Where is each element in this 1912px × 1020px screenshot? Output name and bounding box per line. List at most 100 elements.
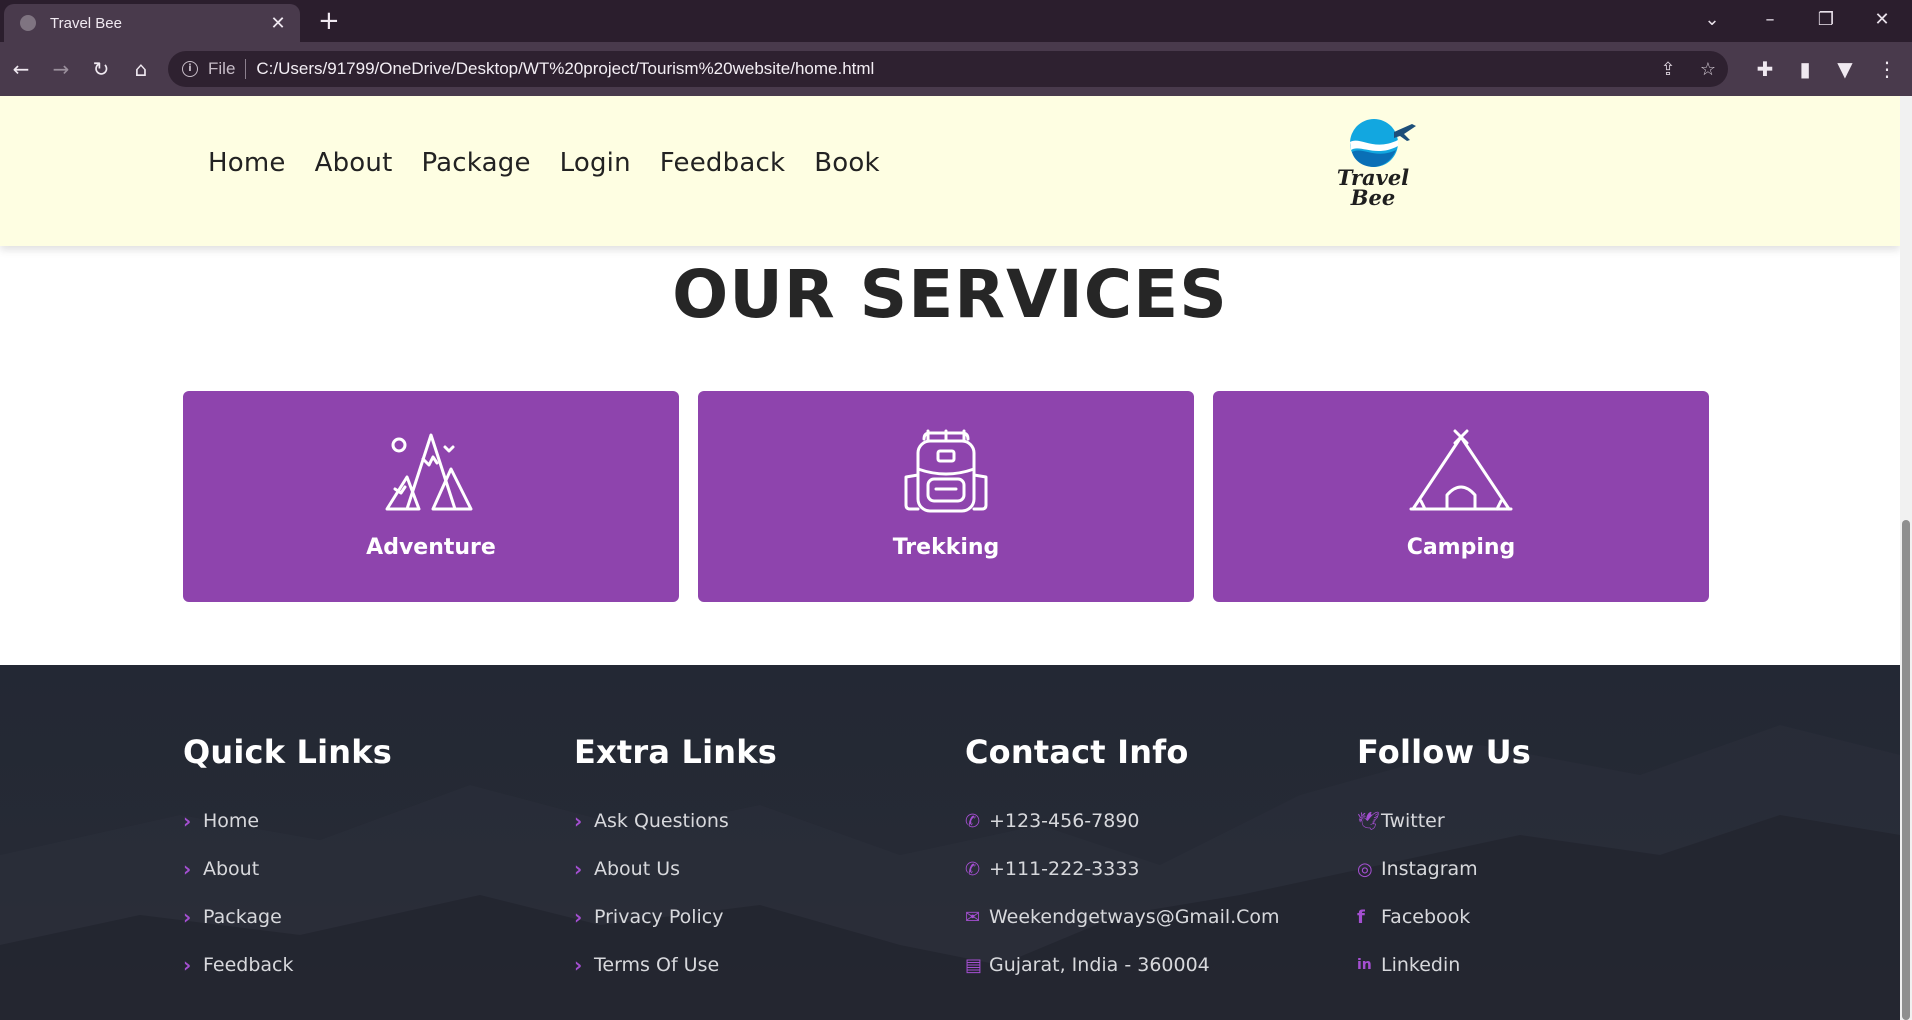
service-label: Adventure xyxy=(366,535,496,560)
chevron-right-icon: › xyxy=(574,905,583,929)
chevron-right-icon: › xyxy=(574,809,583,833)
nav-feedback[interactable]: Feedback xyxy=(660,148,785,178)
quick-links-column: Quick Links › Home › About › Package › Feedb… xyxy=(183,733,392,989)
contact-phone-1[interactable]: ✆ +123-456-7890 xyxy=(965,797,1280,845)
contact-text: Gujarat, India - 360004 xyxy=(989,954,1210,976)
reload-icon[interactable]: ↻ xyxy=(86,54,116,84)
browser-tab[interactable]: Travel Bee ✕ xyxy=(4,4,300,42)
contact-phone-2[interactable]: ✆ +111-222-3333 xyxy=(965,845,1280,893)
chevron-right-icon: › xyxy=(183,953,192,977)
follow-us-heading: Follow Us xyxy=(1357,733,1532,771)
follow-us-column: Follow Us 🕊 Twitter ◎ Instagram f Facebook … xyxy=(1357,733,1531,989)
contact-email[interactable]: ✉ Weekendgetways@Gmail.Com xyxy=(965,893,1280,941)
minimize-icon[interactable]: – xyxy=(1750,6,1790,34)
browser-tabbar: Travel Bee ✕ + ⌄ – ❐ ✕ xyxy=(0,0,1912,42)
social-label: Facebook xyxy=(1381,906,1471,928)
address-bar[interactable]: i File C:/Users/91799/OneDrive/Desktop/W… xyxy=(168,51,1728,87)
footer-link-home[interactable]: › Home xyxy=(183,797,392,845)
nav-login[interactable]: Login xyxy=(560,148,631,178)
close-tab-icon[interactable]: ✕ xyxy=(268,13,288,34)
footer-link-label: About Us xyxy=(594,858,681,880)
page-viewport: Home About Package Login Feedback Book T… xyxy=(0,96,1900,1020)
phone-icon: ✆ xyxy=(965,858,981,880)
tab-search-icon[interactable]: ⌄ xyxy=(1692,6,1732,34)
footer-link-label: Feedback xyxy=(203,954,294,976)
chevron-right-icon: › xyxy=(183,809,192,833)
nav-package[interactable]: Package xyxy=(421,148,530,178)
globe-plane-logo-icon xyxy=(1350,119,1416,167)
service-card-trekking[interactable]: Trekking xyxy=(698,391,1194,602)
contact-text: +123-456-7890 xyxy=(989,810,1140,832)
services-title: OUR SERVICES xyxy=(672,256,1228,333)
envelope-icon: ✉ xyxy=(965,906,981,928)
url-text[interactable]: C:/Users/91799/OneDrive/Desktop/WT%20pro… xyxy=(256,59,1648,79)
contact-info-heading: Contact Info xyxy=(965,733,1189,771)
footer-link-feedback[interactable]: › Feedback xyxy=(183,941,392,989)
page-scrollbar[interactable] xyxy=(1900,96,1912,1020)
social-label: Twitter xyxy=(1381,810,1445,832)
social-label: Instagram xyxy=(1381,858,1478,880)
extensions-icon[interactable]: ✚ xyxy=(1750,54,1780,84)
footer-link-package[interactable]: › Package xyxy=(183,893,392,941)
scrollbar-thumb[interactable] xyxy=(1902,520,1910,1020)
footer-link-ask-questions[interactable]: › Ask Questions xyxy=(574,797,777,845)
main-nav: Home About Package Login Feedback Book xyxy=(208,148,880,178)
chevron-right-icon: › xyxy=(574,953,583,977)
nav-about[interactable]: About xyxy=(315,148,393,178)
backpack-icon xyxy=(904,429,988,513)
contact-info-column: Contact Info ✆ +123-456-7890 ✆ +111-222-33… xyxy=(965,733,1280,989)
map-icon: ▤ xyxy=(965,954,983,976)
footer-link-label: About xyxy=(203,858,260,880)
footer-link-label: Ask Questions xyxy=(594,810,729,832)
contact-text: +111-222-3333 xyxy=(989,858,1140,880)
chevron-right-icon: › xyxy=(574,857,583,881)
restore-icon[interactable]: ❐ xyxy=(1806,6,1846,34)
social-instagram[interactable]: ◎ Instagram xyxy=(1357,845,1531,893)
service-card-adventure[interactable]: Adventure xyxy=(183,391,679,602)
footer-link-about[interactable]: › About xyxy=(183,845,392,893)
travel-bee-logo[interactable]: Travel Bee xyxy=(1330,116,1426,216)
url-divider xyxy=(245,59,247,79)
side-panel-icon[interactable]: ▮ xyxy=(1790,54,1820,84)
nav-home[interactable]: Home xyxy=(208,148,286,178)
services-cards: Adventure Trekking Camping xyxy=(183,391,1709,602)
profile-extension-icon[interactable]: ▼ xyxy=(1830,54,1860,84)
quick-links-heading: Quick Links xyxy=(183,733,393,771)
nav-book[interactable]: Book xyxy=(814,148,880,178)
social-facebook[interactable]: f Facebook xyxy=(1357,893,1531,941)
site-header: Home About Package Login Feedback Book T… xyxy=(0,96,1900,246)
globe-icon xyxy=(20,15,36,31)
mountains-icon xyxy=(385,433,473,511)
contact-address: ▤ Gujarat, India - 360004 xyxy=(965,941,1280,989)
social-twitter[interactable]: 🕊 Twitter xyxy=(1357,797,1531,845)
menu-icon[interactable]: ⋮ xyxy=(1872,54,1902,84)
footer-link-about-us[interactable]: › About Us xyxy=(574,845,777,893)
site-footer: Quick Links › Home › About › Package › Feedb… xyxy=(0,665,1900,1020)
bookmark-star-icon[interactable]: ☆ xyxy=(1688,59,1728,80)
footer-link-label: Package xyxy=(203,906,282,928)
footer-link-privacy-policy[interactable]: › Privacy Policy xyxy=(574,893,777,941)
footer-link-terms-of-use[interactable]: › Terms Of Use xyxy=(574,941,777,989)
back-icon[interactable]: ← xyxy=(6,54,36,84)
facebook-icon: f xyxy=(1357,906,1365,928)
phone-icon: ✆ xyxy=(965,810,981,832)
service-card-camping[interactable]: Camping xyxy=(1213,391,1709,602)
extra-links-heading: Extra Links xyxy=(574,733,777,771)
home-icon[interactable]: ⌂ xyxy=(126,54,156,84)
share-icon[interactable]: ⇪ xyxy=(1648,59,1688,80)
forward-icon[interactable]: → xyxy=(46,54,76,84)
social-linkedin[interactable]: in Linkedin xyxy=(1357,941,1531,989)
window-close-icon[interactable]: ✕ xyxy=(1862,6,1902,34)
extra-links-column: Extra Links › Ask Questions › About Us › Pr… xyxy=(574,733,777,989)
footer-link-label: Home xyxy=(203,810,260,832)
service-label: Camping xyxy=(1406,535,1516,560)
chevron-right-icon: › xyxy=(183,905,192,929)
logo-line-2: Bee xyxy=(1350,185,1396,210)
chevron-right-icon: › xyxy=(183,857,192,881)
info-icon[interactable]: i xyxy=(182,61,198,77)
url-scheme: File xyxy=(208,59,236,78)
footer-link-label: Terms Of Use xyxy=(594,954,720,976)
service-label: Trekking xyxy=(892,535,1000,560)
new-tab-button[interactable]: + xyxy=(318,6,340,36)
tab-title: Travel Bee xyxy=(50,14,122,32)
